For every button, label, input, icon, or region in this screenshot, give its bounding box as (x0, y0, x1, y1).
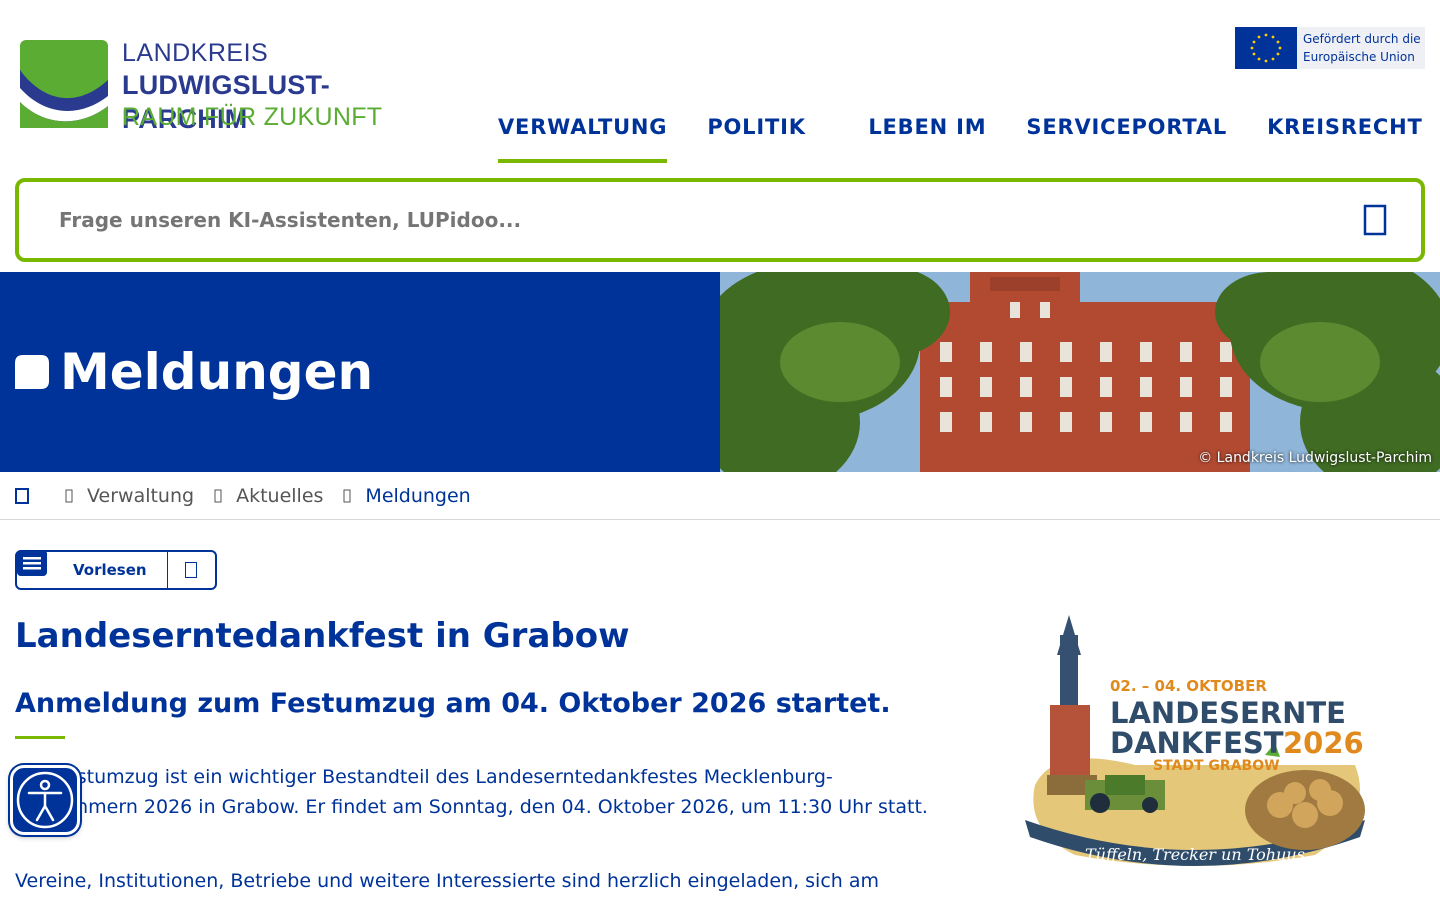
eu-text-line1: Gefördert durch die (1303, 32, 1421, 46)
home-icon[interactable] (15, 487, 29, 504)
ai-search-input[interactable] (59, 182, 1259, 258)
breadcrumb-item-aktuelles[interactable]: Aktuelles (236, 485, 323, 507)
festival-town: STADT GRABOW (1153, 758, 1280, 774)
main-nav: VERWALTUNG POLITIK LEBEN IM SERVICEPORTA… (498, 110, 1423, 164)
festival-date: 02. – 04. OKTOBER (1110, 677, 1267, 695)
logo-line-slogan: RAUM FÜR ZUKUNFT (122, 103, 383, 131)
logo-line-name: LUDWIGSLUST-PARCHIM (122, 70, 330, 134)
page-title: Meldungen (60, 343, 374, 401)
nav-item-verwaltung[interactable]: VERWALTUNG (498, 110, 668, 163)
hero-title-panel: Meldungen (0, 272, 720, 472)
article-title: Landeserntedankfest in Grabow (15, 616, 630, 656)
breadcrumb-item-verwaltung[interactable]: Verwaltung (87, 485, 194, 507)
read-aloud-icon (17, 550, 47, 576)
eu-text-line2: Europäische Union (1303, 50, 1415, 64)
festival-name-line2: DANKFEST (1110, 726, 1284, 760)
article-paragraph: Der Festumzug ist ein wichtiger Bestandt… (15, 766, 928, 818)
logo-mark-icon (20, 40, 108, 128)
breadcrumb-separator-icon (65, 489, 73, 502)
accessibility-person-icon (16, 771, 74, 829)
festival-name-line1: LANDESERNTE (1110, 696, 1346, 730)
nav-item-politik[interactable]: POLITIK (707, 110, 828, 163)
eu-funding-badge[interactable]: Gefördert durch die Europäische Union (1235, 27, 1425, 69)
speech-bubble-icon (15, 355, 49, 389)
read-aloud-bar: Vorlesen (15, 550, 217, 590)
landeserntedankfest-logo-image: 02. – 04. OKTOBER LANDESERNTE DANKFEST 2… (1025, 615, 1365, 866)
site-logo[interactable]: LANDKREIS LUDWIGSLUST-PARCHIM RAUM FÜR Z… (20, 38, 440, 134)
search-icon[interactable] (1363, 204, 1387, 236)
article-paragraph: Vereine, Institutionen, Betriebe und wei… (15, 870, 880, 892)
logo-line-landkreis: LANDKREIS (122, 39, 269, 67)
ai-search-box (15, 178, 1425, 262)
article-subtitle: Anmeldung zum Festumzug am 04. Oktober 2… (15, 688, 891, 719)
breadcrumb-item-meldungen: Meldungen (365, 484, 471, 507)
read-aloud-settings-icon[interactable] (185, 562, 197, 578)
breadcrumb-separator-icon (343, 489, 351, 502)
read-aloud-button[interactable]: Vorlesen (73, 552, 147, 588)
festival-year: 2026 (1283, 726, 1364, 760)
hero-image-building: © Landkreis Ludwigslust-Parchim (720, 272, 1440, 472)
nav-item-kreisrecht[interactable]: KREISRECHT (1267, 110, 1423, 163)
nav-item-leben-im[interactable]: LEBEN IM (868, 110, 986, 163)
eu-funding-text: Gefördert durch die Europäische Union (1297, 30, 1421, 66)
image-credit: © Landkreis Ludwigslust-Parchim (1198, 450, 1432, 466)
accent-divider (15, 736, 65, 739)
read-aloud-divider (167, 552, 168, 588)
accessibility-button[interactable] (10, 765, 80, 835)
site-header: LANDKREIS LUDWIGSLUST-PARCHIM RAUM FÜR Z… (0, 0, 1440, 170)
building-photo-image (720, 272, 1440, 472)
logo-text: LANDKREIS LUDWIGSLUST-PARCHIM RAUM FÜR Z… (122, 38, 440, 134)
page-hero: Meldungen © Landkreis Ludwigslust-Parchi… (0, 272, 1440, 472)
breadcrumb-separator-icon (214, 489, 222, 502)
eu-flag-icon (1235, 27, 1297, 69)
breadcrumb: Verwaltung Aktuelles Meldungen (0, 472, 1440, 520)
nav-item-serviceportal[interactable]: SERVICEPORTAL (1026, 110, 1227, 163)
festival-slogan: Tüffeln, Trecker un Tohuus (1085, 845, 1305, 864)
